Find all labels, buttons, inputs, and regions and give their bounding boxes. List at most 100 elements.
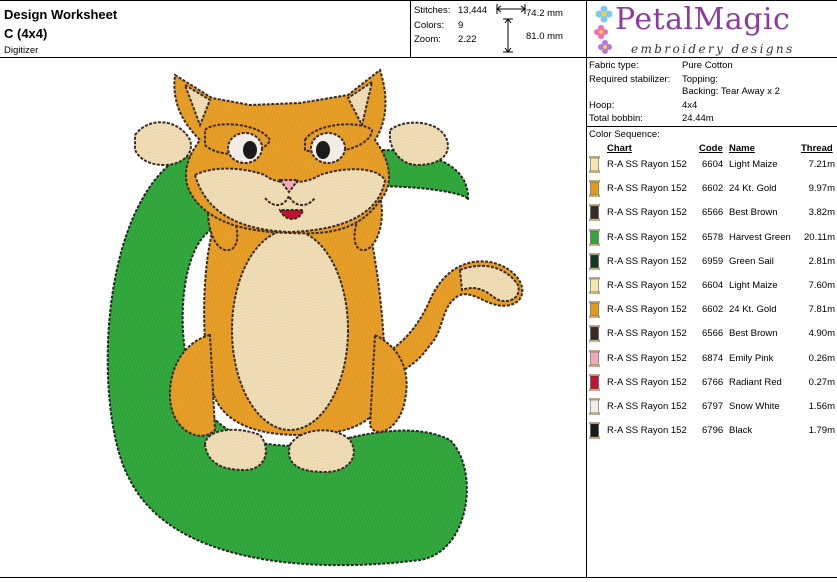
row-code: 6602 [702,183,724,195]
row-code: 6566 [702,328,724,340]
row-chart: R-A SS Rayon 152 [607,352,687,364]
design-width: 74.2 mm [526,8,563,19]
backing-value: Backing: Tear Away x 2 [682,86,780,97]
color-row: R-A SS Rayon 152 6959 Green Sail 2.81m [589,250,835,272]
row-code: 6874 [702,352,724,364]
color-row: R-A SS Rayon 152 6578 Harvest Green 20.11m [589,226,835,248]
row-chart: R-A SS Rayon 152 [607,207,687,219]
thread-spool-icon [589,325,600,343]
colors-label: Colors: [414,20,445,31]
color-row: R-A SS Rayon 152 6604 Light Maize 7.21m [589,153,835,175]
hoop-value: 4x4 [682,100,698,111]
row-code: 6959 [702,255,724,267]
topping-value: Topping: [682,74,718,85]
row-thread: 0.26m [808,352,835,364]
fabric-type-value: Pure Cotton [682,60,733,71]
hoop-label: Hoop: [589,100,615,111]
row-thread: 7.60m [808,280,835,291]
thread-spool-icon [589,373,600,391]
design-name: C (4x4) [4,26,48,41]
digitizer-label: Digitizer [4,45,39,56]
thread-spool-icon [589,204,600,222]
row-thread: 7.81m [808,304,835,316]
row-chart: R-A SS Rayon 152 [607,159,687,170]
stitches-value: 13,444 [458,5,488,16]
top-border [0,0,837,1]
row-code: 6604 [702,280,724,291]
row-thread: 1.79m [808,425,835,437]
thread-spool-icon [589,252,600,270]
row-code: 6796 [702,425,724,437]
color-row: R-A SS Rayon 152 6602 24 Kt. Gold 9.97m [589,177,835,199]
color-sequence-title: Color Sequence: [589,129,660,140]
row-thread: 7.21m [808,159,835,170]
row-code: 6602 [702,304,724,316]
row-thread: 4.90m [808,328,835,340]
row-code: 6578 [702,231,724,243]
fabric-divider [586,126,837,127]
embroidery-preview [106,68,524,567]
zoom-label: Zoom: [414,34,441,45]
row-chart: R-A SS Rayon 152 [607,231,687,243]
zoom-value: 2.22 [458,34,477,45]
row-chart: R-A SS Rayon 152 [607,401,687,412]
row-thread: 20.11m [804,231,835,243]
row-code: 6797 [702,401,724,412]
row-name: Radiant Red [729,376,782,388]
stitches-label: Stitches: [414,5,451,16]
thread-spool-icon [589,228,600,246]
color-row: R-A SS Rayon 152 6566 Best Brown 3.82m [589,201,835,223]
fabric-type-label: Fabric type: [589,60,639,71]
color-row: R-A SS Rayon 152 6874 Emily Pink 0.26m [589,347,835,369]
row-name: Green Sail [729,255,774,267]
row-name: Light Maize [729,280,778,291]
thread-spool-icon [589,349,600,367]
row-thread: 2.81m [808,255,835,267]
bobbin-value: 24.44m [682,113,714,124]
row-name: Black [729,425,753,437]
brand-logo-text: PetalMagic [615,2,791,37]
cat-illustration [134,68,524,474]
flower-logo-icon [594,5,613,54]
stats-divider-right [586,0,587,578]
row-name: Harvest Green [729,231,791,243]
row-chart: R-A SS Rayon 152 [607,328,687,340]
row-name: Light Maize [729,159,778,170]
thread-spool-icon [589,156,600,173]
row-chart: R-A SS Rayon 152 [607,255,687,267]
colors-value: 9 [458,20,464,31]
worksheet-title: Design Worksheet [4,7,118,22]
row-name: Best Brown [729,328,778,340]
color-row: R-A SS Rayon 152 6797 Snow White 1.56m [589,395,835,417]
row-chart: R-A SS Rayon 152 [607,304,687,316]
thread-spool-icon [589,398,600,415]
color-row: R-A SS Rayon 152 6602 24 Kt. Gold 7.81m [589,298,835,320]
color-row: R-A SS Rayon 152 6796 Black 1.79m [589,419,835,441]
stabilizer-label: Required stabilizer: [589,74,671,85]
row-code: 6766 [702,376,724,388]
bobbin-label: Total bobbin: [589,113,643,124]
bottom-border [0,577,837,578]
row-name: 24 Kt. Gold [729,304,777,316]
color-row: R-A SS Rayon 152 6566 Best Brown 4.90m [589,322,835,344]
thread-spool-icon [589,422,600,440]
thread-spool-icon [589,277,600,294]
row-chart: R-A SS Rayon 152 [607,425,687,437]
row-name: Best Brown [729,207,778,219]
row-name: 24 Kt. Gold [729,183,777,195]
row-chart: R-A SS Rayon 152 [607,376,687,388]
row-thread: 9.97m [808,183,835,195]
brand-tagline: embroidery designs [631,42,795,56]
thread-spool-icon [589,301,600,319]
row-thread: 0.27m [808,376,835,388]
row-name: Snow White [729,401,780,412]
design-height: 81.0 mm [526,31,563,42]
row-chart: R-A SS Rayon 152 [607,280,687,291]
stats-divider-left [410,0,411,57]
row-thread: 3.82m [808,207,835,219]
row-code: 6604 [702,159,724,170]
row-chart: R-A SS Rayon 152 [607,183,687,195]
color-row: R-A SS Rayon 152 6604 Light Maize 7.60m [589,274,835,296]
row-name: Emily Pink [729,352,774,364]
row-thread: 1.56m [808,401,835,412]
